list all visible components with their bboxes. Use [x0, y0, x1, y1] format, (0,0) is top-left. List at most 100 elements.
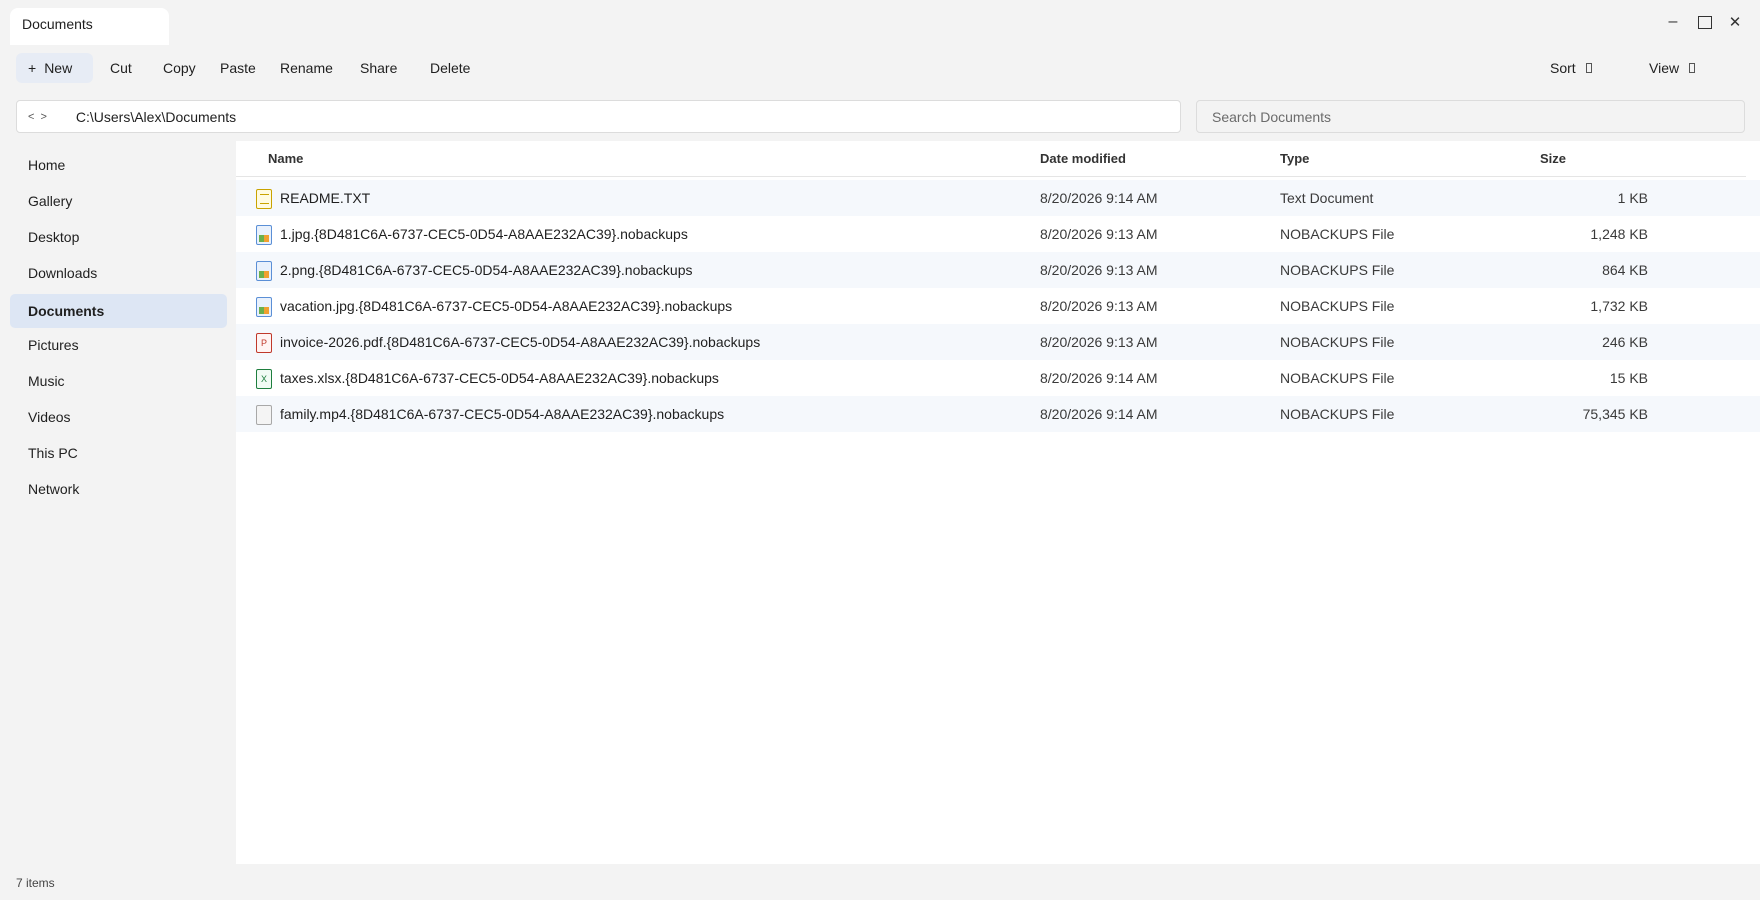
pdf-file-icon: P — [256, 333, 272, 353]
file-size: 1,248 KB — [1590, 226, 1648, 242]
text-file-icon — [256, 189, 272, 209]
sidebar-item-home[interactable]: Home — [10, 148, 227, 182]
file-size: 246 KB — [1602, 334, 1648, 350]
sidebar-item-desktop[interactable]: Desktop — [10, 220, 227, 254]
file-name: taxes.xlsx.{8D481C6A-6737-CEC5-0D54-A8AA… — [280, 370, 719, 386]
title-bar: Documents – ✕ — [0, 0, 1760, 45]
file-row[interactable]: P invoice-2026.pdf.{8D481C6A-6737-CEC5-0… — [236, 324, 1760, 360]
file-type: Text Document — [1280, 190, 1374, 206]
forward-icon[interactable]: > — [40, 111, 46, 123]
minimize-button[interactable]: – — [1658, 10, 1688, 34]
address-path: C:\Users\Alex\Documents — [75, 108, 237, 125]
new-label: New — [44, 60, 73, 76]
excel-file-icon: X — [256, 369, 272, 389]
sidebar-item-label: Documents — [28, 303, 105, 319]
file-name: README.TXT — [280, 190, 371, 206]
column-headers: Name Date modified Type Size — [236, 141, 1746, 177]
navigation-pane: Home Gallery Desktop Downloads Documents… — [0, 144, 236, 864]
sidebar-item-label: Music — [28, 373, 65, 389]
paste-button[interactable]: Paste — [210, 53, 266, 83]
file-name: vacation.jpg.{8D481C6A-6737-CEC5-0D54-A8… — [280, 298, 733, 314]
sidebar-item-label: Network — [28, 481, 80, 497]
file-date: 8/20/2026 9:14 AM — [1040, 406, 1158, 422]
file-date: 8/20/2026 9:14 AM — [1040, 190, 1158, 206]
file-type: NOBACKUPS File — [1280, 298, 1395, 314]
file-type: NOBACKUPS File — [1280, 406, 1395, 422]
image-file-icon — [256, 261, 272, 281]
file-type: NOBACKUPS File — [1280, 334, 1395, 350]
delete-button[interactable]: Delete — [420, 53, 480, 83]
back-icon[interactable]: < — [28, 111, 34, 123]
sidebar-item-label: Videos — [28, 409, 71, 425]
file-name: 2.png.{8D481C6A-6737-CEC5-0D54-A8AAE232A… — [280, 262, 693, 278]
tab-documents[interactable]: Documents — [10, 8, 169, 45]
file-row[interactable]: family.mp4.{8D481C6A-6737-CEC5-0D54-A8AA… — [236, 396, 1760, 432]
sidebar-item-music[interactable]: Music — [10, 364, 227, 398]
view-label: View — [1649, 60, 1680, 76]
sidebar-item-downloads[interactable]: Downloads — [10, 256, 227, 290]
file-type: NOBACKUPS File — [1280, 262, 1395, 278]
maximize-button[interactable] — [1690, 10, 1720, 34]
chevron-down-icon — [1689, 63, 1696, 73]
file-row[interactable]: vacation.jpg.{8D481C6A-6737-CEC5-0D54-A8… — [236, 288, 1760, 324]
sidebar-item-label: Pictures — [28, 337, 79, 353]
file-date: 8/20/2026 9:13 AM — [1040, 298, 1158, 314]
file-size: 75,345 KB — [1582, 406, 1648, 422]
tab-title: Documents — [22, 16, 93, 32]
file-name: invoice-2026.pdf.{8D481C6A-6737-CEC5-0D5… — [280, 334, 761, 350]
file-date: 8/20/2026 9:14 AM — [1040, 370, 1158, 386]
column-header-size[interactable]: Size — [1540, 151, 1566, 166]
new-button[interactable]: + New — [16, 53, 93, 83]
sidebar-item-label: Desktop — [28, 229, 80, 245]
file-size: 15 KB — [1609, 370, 1648, 386]
file-row[interactable]: README.TXT 8/20/2026 9:14 AM Text Docume… — [236, 180, 1760, 216]
file-name: 1.jpg.{8D481C6A-6737-CEC5-0D54-A8AAE232A… — [280, 226, 688, 242]
file-size: 1,732 KB — [1590, 298, 1648, 314]
minimize-icon: – — [1668, 13, 1678, 30]
copy-button[interactable]: Copy — [153, 53, 206, 83]
column-header-type[interactable]: Type — [1280, 151, 1309, 166]
sidebar-item-gallery[interactable]: Gallery — [10, 184, 227, 218]
file-row[interactable]: 2.png.{8D481C6A-6737-CEC5-0D54-A8AAE232A… — [236, 252, 1760, 288]
plus-icon: + — [28, 60, 37, 76]
file-date: 8/20/2026 9:13 AM — [1040, 262, 1158, 278]
rename-button[interactable]: Rename — [270, 53, 343, 83]
address-bar[interactable]: < > C:\Users\Alex\Documents — [16, 100, 1181, 133]
status-bar: 7 items — [0, 864, 1760, 900]
sidebar-item-videos[interactable]: Videos — [10, 400, 227, 434]
file-type: NOBACKUPS File — [1280, 226, 1395, 242]
share-button[interactable]: Share — [350, 53, 407, 83]
file-name: family.mp4.{8D481C6A-6737-CEC5-0D54-A8AA… — [280, 406, 725, 422]
sidebar-item-label: Downloads — [28, 265, 98, 281]
close-button[interactable]: ✕ — [1720, 10, 1750, 34]
file-type: NOBACKUPS File — [1280, 370, 1395, 386]
file-size: 1 KB — [1617, 190, 1648, 206]
cut-button[interactable]: Cut — [100, 53, 142, 83]
maximize-icon — [1698, 15, 1712, 29]
sidebar-item-label: This PC — [28, 445, 78, 461]
image-file-icon — [256, 225, 272, 245]
generic-file-icon — [256, 405, 272, 425]
sort-label: Sort — [1550, 60, 1576, 76]
sidebar-item-documents[interactable]: Documents — [10, 294, 227, 328]
view-button[interactable]: View — [1639, 53, 1705, 83]
search-input[interactable] — [1196, 100, 1745, 133]
sidebar-item-pictures[interactable]: Pictures — [10, 328, 227, 362]
file-date: 8/20/2026 9:13 AM — [1040, 334, 1158, 350]
file-size: 864 KB — [1602, 262, 1648, 278]
column-header-date[interactable]: Date modified — [1040, 151, 1126, 166]
file-date: 8/20/2026 9:13 AM — [1040, 226, 1158, 242]
sidebar-item-label: Home — [28, 157, 66, 173]
image-file-icon — [256, 297, 272, 317]
close-icon: ✕ — [1728, 14, 1742, 31]
file-row[interactable]: 1.jpg.{8D481C6A-6737-CEC5-0D54-A8AAE232A… — [236, 216, 1760, 252]
sidebar-item-network[interactable]: Network — [10, 472, 227, 506]
command-bar: + New Cut Copy Paste Rename Share Delete… — [0, 46, 1760, 90]
sidebar-item-label: Gallery — [28, 193, 73, 209]
file-list: Name Date modified Type Size README.TXT … — [236, 141, 1760, 864]
item-count: 7 items — [16, 876, 55, 890]
column-header-name[interactable]: Name — [268, 151, 303, 166]
file-row[interactable]: X taxes.xlsx.{8D481C6A-6737-CEC5-0D54-A8… — [236, 360, 1760, 396]
sort-button[interactable]: Sort — [1540, 53, 1602, 83]
sidebar-item-this-pc[interactable]: This PC — [10, 436, 227, 470]
